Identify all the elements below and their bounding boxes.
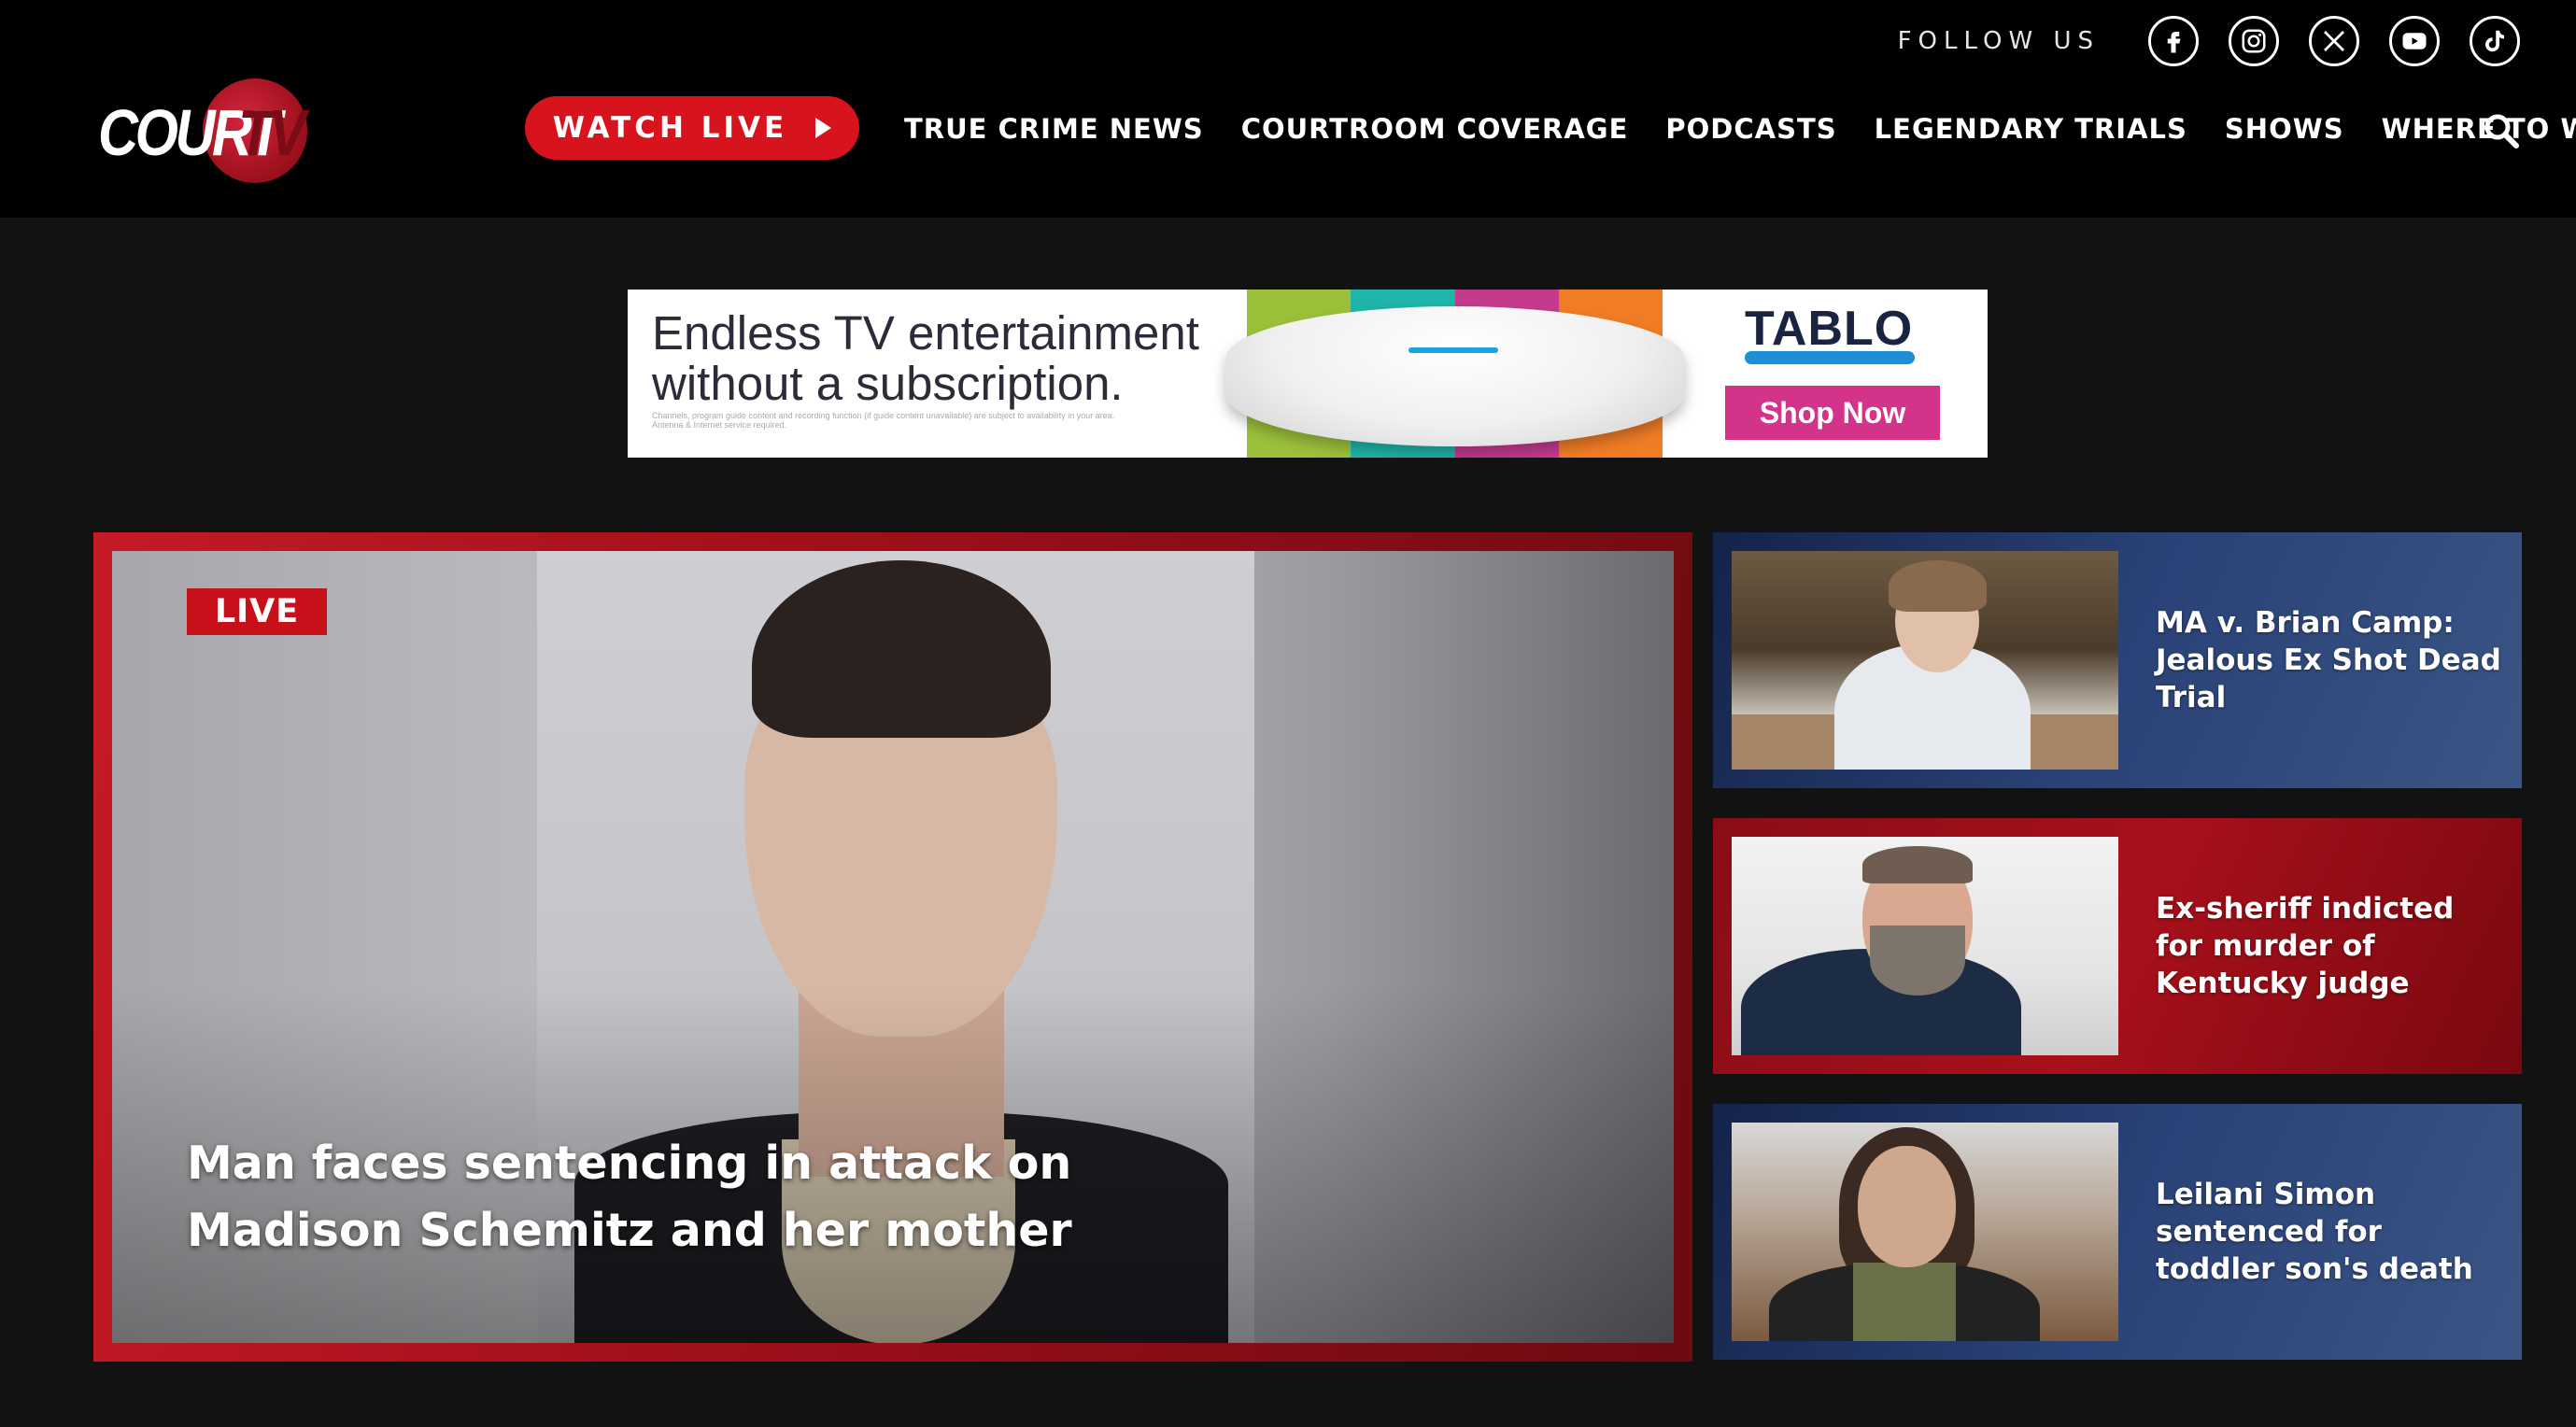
search-icon[interactable] xyxy=(2483,112,2520,149)
story-title[interactable]: Ex-sheriff indicted for murder of Kentuc… xyxy=(2156,818,2501,1074)
story-title[interactable]: MA v. Brian Camp: Jealous Ex Shot Dead T… xyxy=(2156,532,2501,788)
follow-us-bar: FOLLOW US xyxy=(1898,11,2520,71)
thumb-hair xyxy=(1862,846,1973,883)
ad-brand-bar xyxy=(1745,351,1915,364)
featured-story[interactable]: LIVE Man faces sentencing in attack on M… xyxy=(93,532,1692,1362)
featured-image: LIVE Man faces sentencing in attack on M… xyxy=(112,551,1674,1343)
ad-headline-line2: without a subscription. xyxy=(652,357,1124,410)
nav-where-to-watch[interactable]: WHERE TO WATCH xyxy=(2382,113,2576,145)
nav-courtroom-coverage[interactable]: COURTROOM COVERAGE xyxy=(1241,113,1629,145)
follow-us-label: FOLLOW US xyxy=(1897,27,2100,55)
nav-legendary-trials[interactable]: LEGENDARY TRIALS xyxy=(1875,113,2187,145)
court-tv-logo[interactable]: COURT TV xyxy=(98,67,315,183)
youtube-icon[interactable] xyxy=(2389,16,2440,66)
tablo-device-image xyxy=(1225,306,1685,446)
x-icon[interactable] xyxy=(2309,16,2359,66)
thumb-beard xyxy=(1870,925,1965,996)
shop-now-button[interactable]: Shop Now xyxy=(1725,386,1940,440)
thumb-hair xyxy=(1889,560,1987,612)
tablo-ad-banner[interactable]: Endless TV entertainment without a subsc… xyxy=(628,290,1988,458)
ad-headline-line1: Endless TV entertainment xyxy=(652,306,1199,360)
ad-brand-logo: TABLO xyxy=(1745,302,1914,356)
live-badge: LIVE xyxy=(187,588,327,635)
nav-true-crime-news[interactable]: TRUE CRIME NEWS xyxy=(904,113,1204,145)
story-thumbnail xyxy=(1732,837,2118,1055)
thumb-head xyxy=(1858,1146,1956,1267)
story-title[interactable]: Leilani Simon sentenced for toddler son'… xyxy=(2156,1104,2501,1360)
watch-live-button[interactable]: WATCH LIVE xyxy=(525,96,859,160)
main-nav: TRUE CRIME NEWS COURTROOM COVERAGE PODCA… xyxy=(904,110,2576,148)
story-card[interactable]: MA v. Brian Camp: Jealous Ex Shot Dead T… xyxy=(1713,532,2522,788)
watch-live-label: WATCH LIVE xyxy=(552,111,788,145)
thumb-shirt xyxy=(1853,1263,1956,1341)
site-header: COURT TV FOLLOW US WATCH LIVE TRUE CRIME… xyxy=(0,0,2576,218)
device-light xyxy=(1408,347,1498,353)
logo-tv-text: TV xyxy=(238,96,306,169)
tiktok-icon[interactable] xyxy=(2470,16,2520,66)
featured-headline[interactable]: Man faces sentencing in attack on Madiso… xyxy=(187,1130,1214,1265)
nav-shows[interactable]: SHOWS xyxy=(2225,113,2344,145)
story-thumbnail xyxy=(1732,551,2118,770)
play-icon xyxy=(815,118,832,138)
story-thumbnail xyxy=(1732,1123,2118,1341)
story-card[interactable]: Leilani Simon sentenced for toddler son'… xyxy=(1713,1104,2522,1360)
facebook-icon[interactable] xyxy=(2148,16,2199,66)
nav-podcasts[interactable]: PODCASTS xyxy=(1665,113,1836,145)
ad-headline: Endless TV entertainment without a subsc… xyxy=(652,308,1199,409)
instagram-icon[interactable] xyxy=(2229,16,2279,66)
ad-fine-print: Channels, program guide content and reco… xyxy=(652,411,1115,430)
story-card[interactable]: Ex-sheriff indicted for murder of Kentuc… xyxy=(1713,818,2522,1074)
